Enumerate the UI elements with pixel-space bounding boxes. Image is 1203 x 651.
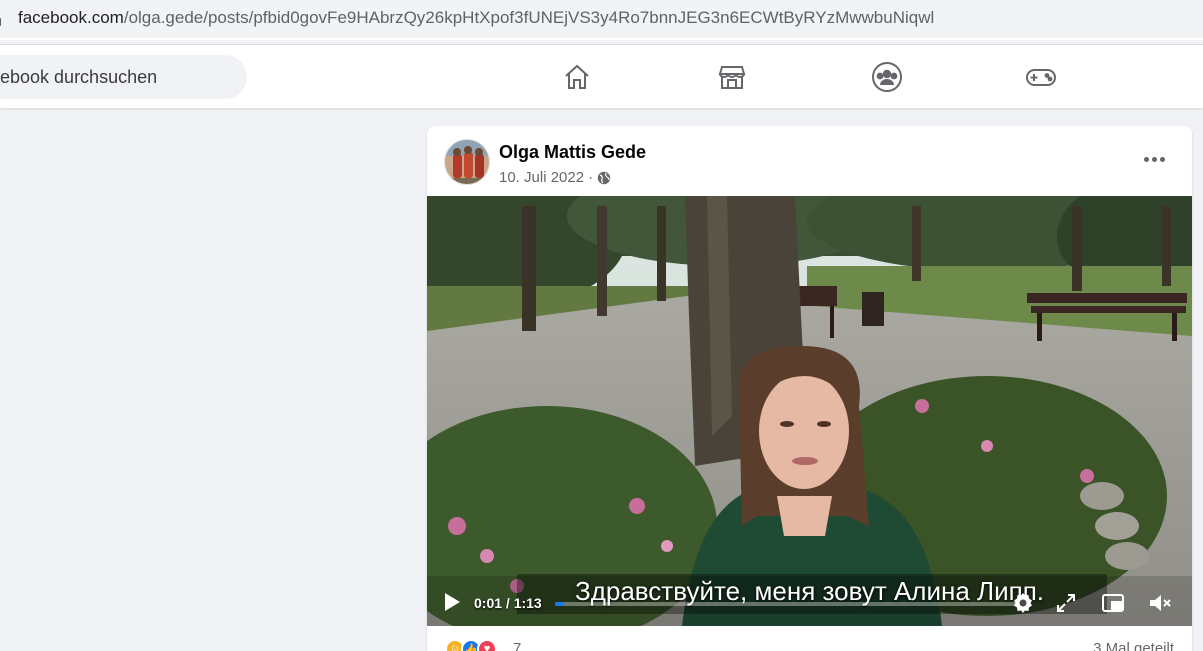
url-field[interactable]: facebook.com/olga.gede/posts/pfbid0govFe… <box>0 0 1203 38</box>
mute-icon[interactable] <box>1147 590 1173 616</box>
meta-separator: · <box>588 169 594 186</box>
post-meta: 10. Juli 2022 · <box>499 169 611 186</box>
play-icon[interactable] <box>443 592 461 612</box>
post-card: Olga Mattis Gede 10. Juli 2022 · Здравст… <box>427 126 1192 651</box>
fullscreen-icon[interactable] <box>1053 590 1079 616</box>
post-date[interactable]: 10. Juli 2022 <box>499 169 584 186</box>
video-time: 0:01 / 1:13 <box>474 595 542 611</box>
share-count[interactable]: 3 Mal geteilt <box>1093 640 1174 651</box>
post-footer: ☺ 👍 ♥ 7 3 Mal geteilt <box>427 631 1192 651</box>
url-text: facebook.com/olga.gede/posts/pfbid0govFe… <box>18 8 935 27</box>
search-placeholder: ebook durchsuchen <box>0 67 158 87</box>
search-input[interactable]: ebook durchsuchen <box>0 55 247 99</box>
love-reaction-icon: ♥ <box>477 639 497 651</box>
reaction-count[interactable]: 7 <box>513 640 521 651</box>
groups-icon[interactable] <box>869 59 905 95</box>
video-controls: 0:01 / 1:13 <box>427 584 1192 622</box>
marketplace-icon[interactable] <box>714 59 750 95</box>
lock-icon <box>0 18 1 26</box>
video-frame <box>427 196 1192 626</box>
more-options-button[interactable] <box>1141 146 1167 172</box>
globe-icon <box>597 171 611 184</box>
browser-address-bar: facebook.com/olga.gede/posts/pfbid0govFe… <box>0 0 1203 40</box>
post-author[interactable]: Olga Mattis Gede <box>499 142 646 163</box>
author-avatar[interactable] <box>444 139 490 185</box>
video-progress-bar[interactable] <box>555 602 1025 606</box>
reaction-icons[interactable]: ☺ 👍 ♥ <box>445 639 497 651</box>
video-progress-fill <box>555 602 565 606</box>
home-icon[interactable] <box>559 59 595 95</box>
video-player[interactable]: Здравствуйте, меня зовут Алина Липп. 0:0… <box>427 196 1192 626</box>
settings-icon[interactable] <box>1010 590 1036 616</box>
picture-in-picture-icon[interactable] <box>1100 590 1126 616</box>
facebook-top-nav: ebook durchsuchen <box>0 44 1203 108</box>
gaming-icon[interactable] <box>1023 59 1059 95</box>
